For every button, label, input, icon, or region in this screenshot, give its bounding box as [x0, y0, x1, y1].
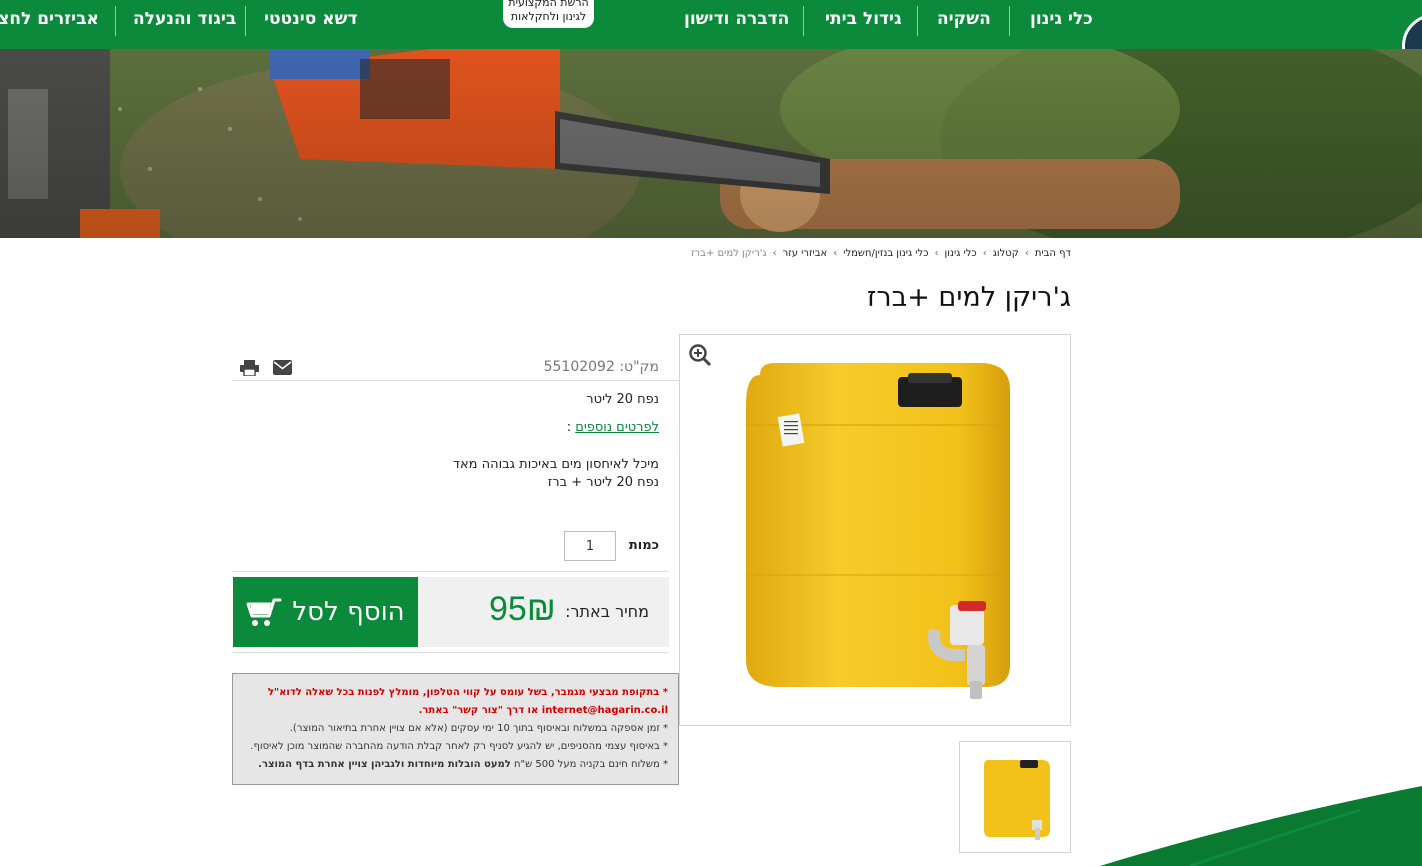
notice-line: * בתקופת מבצעי מגמבר, בשל עומס על קווי ה… — [267, 687, 668, 698]
logo-line1: הרשת המקצועית — [508, 0, 589, 9]
nav-divider — [803, 6, 804, 36]
breadcrumb-gas-electric[interactable]: כלי גינון בנזין/חשמלי — [843, 248, 928, 259]
mail-icon[interactable] — [273, 360, 292, 375]
jerrycan-thumbnail-image — [984, 760, 1050, 840]
quantity-input[interactable] — [564, 531, 616, 561]
product-sku: מק"ט: 55102092 — [544, 359, 659, 375]
price-label: מחיר באתר: — [565, 602, 649, 621]
account-avatar[interactable] — [1402, 14, 1422, 49]
more-details-colon: : — [566, 420, 572, 435]
notice-line: * באיסוף עצמי מהסניפים, יש להגיע לסניף ר… — [250, 741, 668, 752]
nav-divider — [917, 6, 918, 36]
breadcrumb-separator: › — [833, 248, 838, 259]
nav-item-irrigation[interactable]: השקיה — [937, 0, 991, 49]
product-thumbnail[interactable] — [959, 741, 1071, 853]
add-to-cart-button[interactable]: הוסף לסל — [233, 577, 418, 647]
product-description: מיכל לאיחסון מים באיכות גבוהה מאד נפח 20… — [453, 456, 659, 492]
quantity-label: כמות — [628, 538, 659, 553]
divider — [232, 571, 669, 572]
nav-item-home-growing[interactable]: גידול ביתי — [825, 0, 902, 49]
logo-line2: לגינון ולחקלאות — [510, 10, 587, 23]
banner-chainsaw-illustration — [0, 49, 1422, 238]
sku-label: מק"ט: — [619, 359, 659, 375]
breadcrumb: דף הבית › קטלוג › כלי גינון › כלי גינון בנזין/… — [691, 248, 1071, 259]
more-details-link[interactable]: לפרטים נוספים — [575, 420, 659, 435]
product-main-image[interactable] — [679, 334, 1071, 726]
divider — [232, 652, 669, 653]
notice-line: * זמן אספקה במשלוח ובאיסוף בתוך 10 ימי ע… — [289, 723, 668, 734]
print-icon[interactable] — [240, 360, 259, 376]
breadcrumb-separator: › — [934, 248, 939, 259]
price-value: 95₪ — [489, 590, 556, 628]
cart-icon — [246, 598, 282, 626]
divider — [232, 380, 679, 381]
hero-banner — [0, 49, 1422, 238]
nav-item-pest-control[interactable]: הדברה ודישון — [684, 0, 789, 49]
nav-divider — [115, 6, 116, 36]
add-to-cart-label: הוסף לסל — [292, 597, 405, 627]
notice-line: * משלוח חינם בקניה מעל 500 ש"ח למעט הובל… — [243, 756, 668, 774]
breadcrumb-current: ג'ריקן למים +ברז — [691, 248, 767, 259]
notice-line: internet@hagarin.co.il או דרך "צור קשר" … — [418, 705, 668, 716]
site-logo[interactable]: הרשת המקצועית לגינון ולחקלאות — [503, 0, 594, 28]
jerrycan-image — [746, 363, 1010, 699]
shipping-notice: * בתקופת מבצעי מגמבר, בשל עומס על קווי ה… — [232, 673, 679, 785]
sku-value: 55102092 — [543, 359, 615, 375]
more-details: לפרטים נוספים : — [567, 420, 659, 435]
breadcrumb-separator: › — [772, 248, 777, 259]
breadcrumb-separator: › — [982, 248, 987, 259]
zoom-in-icon[interactable] — [688, 343, 712, 367]
description-line: נפח 20 ליטר + ברז — [547, 475, 659, 490]
nav-divider — [245, 6, 246, 36]
breadcrumb-catalog[interactable]: קטלוג — [993, 248, 1019, 259]
product-volume: נפח 20 ליטר — [586, 392, 659, 407]
nav-item-yard-accessories[interactable]: אביזרים לחצר — [0, 0, 99, 49]
corner-decoration — [1100, 786, 1422, 866]
description-line: מיכל לאיחסון מים באיכות גבוהה מאד — [452, 457, 659, 472]
page-title: ג'ריקן למים +ברז — [867, 282, 1071, 313]
breadcrumb-garden-tools[interactable]: כלי גינון — [945, 248, 977, 259]
notice-free-shipping: * משלוח חינם בקניה מעל 500 ש"ח — [513, 759, 668, 770]
nav-item-synthetic-grass[interactable]: דשא סינטטי — [264, 0, 358, 49]
notice-free-shipping-exception: למעט הובלות מיוחדות ולגביהן צויין אחרת ב… — [258, 759, 511, 770]
nav-item-garden-tools[interactable]: כלי גינון — [1030, 0, 1093, 49]
breadcrumb-separator: › — [1024, 248, 1029, 259]
top-navigation: כלי גינון השקיה גידול ביתי הדברה ודישון … — [0, 0, 1422, 49]
breadcrumb-home[interactable]: דף הבית — [1035, 248, 1071, 259]
nav-divider — [1009, 6, 1010, 36]
breadcrumb-accessories[interactable]: אביזרי עזר — [783, 248, 828, 259]
nav-item-clothing[interactable]: ביגוד והנעלה — [133, 0, 236, 49]
